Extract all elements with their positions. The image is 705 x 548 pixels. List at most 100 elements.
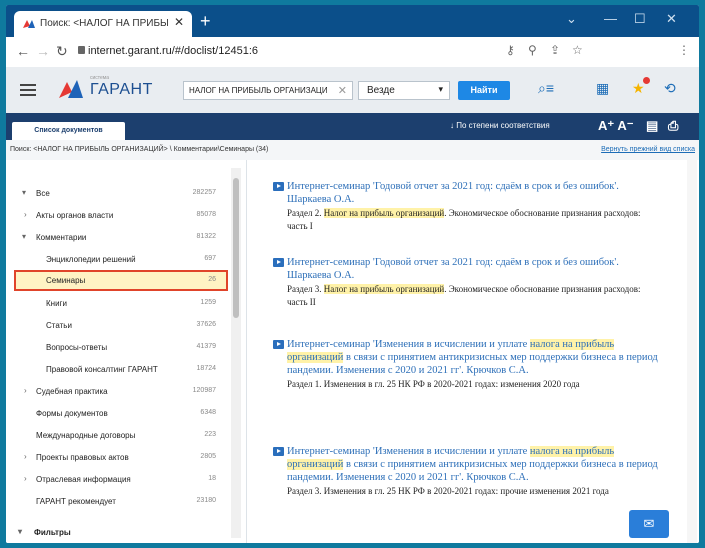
chat-icon: ✉ — [643, 516, 655, 531]
tab-strip: Поиск: <НАЛОГ НА ПРИБЫЛЬ О ✕ + ⌄ — ☐ ✕ — [6, 5, 699, 37]
tree-item-forms[interactable]: Формы документов 6348 — [6, 403, 228, 423]
address-bar: ← → ↻ internet.garant.ru/#/doclist/12451… — [6, 37, 699, 68]
logo-text: ГАРАНТ — [90, 81, 153, 98]
search-scope-select[interactable]: Везде ▾ — [358, 81, 450, 100]
expand-icon: › — [24, 474, 27, 483]
sort-label: По степени соответствия — [456, 121, 550, 130]
tree-item-label: Проекты правовых актов — [36, 453, 129, 462]
document-icon — [273, 182, 284, 191]
share-icon[interactable]: ⇪ — [550, 43, 560, 57]
chevron-down-icon: ▾ — [438, 84, 443, 94]
history-icon[interactable]: ⟲ — [664, 80, 676, 97]
scope-value: Везде — [367, 85, 395, 96]
list-item[interactable]: Интернет-семинар 'Годовой отчет за 2021 … — [273, 180, 662, 233]
tree-item-count: 1259 — [200, 299, 216, 306]
result-description: Раздел 3. Изменения в гл. 25 НК РФ в 202… — [287, 486, 609, 496]
tree-item-count: 26 — [208, 276, 216, 283]
tree-item-label: Комментарии — [36, 233, 87, 242]
tree-item-seminars[interactable]: Семинары 26 — [14, 270, 228, 291]
browser-window: Поиск: <НАЛОГ НА ПРИБЫЛЬ О ✕ + ⌄ — ☐ ✕ ←… — [6, 5, 699, 543]
result-title[interactable]: Интернет-семинар 'Годовой отчет за 2021 … — [287, 180, 662, 206]
menu-icon[interactable] — [20, 84, 36, 96]
tree-item-recommends[interactable]: ГАРАНТ рекомендует 23180 — [6, 491, 228, 511]
print-icon[interactable]: ⎙ — [668, 118, 678, 134]
forward-icon[interactable]: → — [36, 43, 50, 59]
results-list: Интернет-семинар 'Годовой отчет за 2021 … — [247, 160, 699, 543]
filters-toggle[interactable]: ▾ Фильтры — [18, 527, 71, 537]
notification-badge — [643, 77, 650, 84]
tree-item-comments[interactable]: ▾ Комментарии 81322 — [6, 227, 228, 247]
font-size-icon[interactable]: A⁺ A⁻ — [598, 118, 634, 134]
tab-search-icon[interactable]: ⌄ — [566, 11, 577, 27]
tree-scrollbar-thumb[interactable] — [233, 178, 239, 318]
tree-item-count: 85078 — [196, 211, 216, 218]
new-tab-button[interactable]: + — [200, 11, 211, 32]
services-icon[interactable]: ▦ — [596, 80, 609, 97]
list-item[interactable]: Интернет-семинар 'Годовой отчет за 2021 … — [273, 256, 662, 309]
tree-item-encyclopedia[interactable]: Энциклопедии решений 697 — [6, 249, 228, 269]
maximize-icon[interactable]: ☐ — [634, 11, 646, 27]
tree-item-count: 23180 — [196, 497, 216, 504]
tree-item-count: 697 — [204, 255, 216, 262]
save-icon[interactable]: ▤ — [646, 118, 658, 134]
bookmark-star-icon[interactable]: ☆ — [572, 43, 583, 57]
tree-item-count: 37626 — [196, 321, 216, 328]
tree-item-books[interactable]: Книги 1259 — [6, 293, 228, 313]
tree-item-label: Энциклопедии решений — [46, 255, 136, 264]
chat-button[interactable]: ✉ — [629, 510, 669, 538]
restore-view-link[interactable]: Вернуть прежний вид списка — [601, 146, 695, 153]
tree-item-label: Акты органов власти — [36, 211, 114, 220]
search-list-icon[interactable]: ⌕≡ — [538, 80, 554, 97]
tab-title: Поиск: <НАЛОГ НА ПРИБЫЛЬ О — [40, 18, 168, 29]
tree-item-consulting[interactable]: Правовой консалтинг ГАРАНТ 18724 — [6, 359, 228, 379]
minimize-icon[interactable]: — — [604, 11, 617, 26]
tree-item-articles[interactable]: Статьи 37626 — [6, 315, 228, 335]
tree-item-label: ГАРАНТ рекомендует — [36, 497, 116, 506]
browser-menu-icon[interactable]: ⋮ — [678, 43, 690, 57]
tree-item-industry[interactable]: › Отраслевая информация 18 — [6, 469, 228, 489]
tree-item-treaties[interactable]: Международные договоры 223 — [6, 425, 228, 445]
filters-label: Фильтры — [34, 528, 71, 537]
results-scrollbar[interactable] — [687, 160, 697, 543]
tree-scrollbar[interactable] — [231, 168, 241, 538]
document-toolbar: Список документов ↓ По степени соответст… — [6, 113, 699, 140]
lock-icon — [78, 46, 85, 54]
garant-header: система ГАРАНТ НАЛОГ НА ПРИБЫЛЬ ОРГАНИЗА… — [6, 67, 699, 114]
breadcrumb-path: Поиск: <НАЛОГ НА ПРИБЫЛЬ ОРГАНИЗАЦИЙ> \ … — [10, 146, 269, 153]
tree-item-court-practice[interactable]: › Судебная практика 120987 — [6, 381, 228, 401]
reload-icon[interactable]: ↻ — [56, 43, 68, 60]
key-icon[interactable]: ⚷ — [506, 43, 515, 57]
back-icon[interactable]: ← — [16, 43, 30, 59]
document-icon — [273, 258, 284, 267]
browser-tab[interactable]: Поиск: <НАЛОГ НА ПРИБЫЛЬ О ✕ — [14, 11, 192, 37]
tree-item-drafts[interactable]: › Проекты правовых актов 2805 — [6, 447, 228, 467]
expand-icon: › — [24, 210, 27, 219]
close-tab-icon[interactable]: ✕ — [174, 15, 184, 29]
tree-item-count: 18724 — [196, 365, 216, 372]
list-item[interactable]: Интернет-семинар 'Изменения в исчислении… — [273, 338, 662, 391]
find-button[interactable]: Найти — [458, 81, 510, 100]
document-icon — [273, 340, 284, 349]
close-window-icon[interactable]: ✕ — [666, 11, 677, 27]
url-field[interactable]: internet.garant.ru/#/doclist/12451:6 — [88, 45, 258, 57]
tab-document-list[interactable]: Список документов — [12, 122, 125, 140]
search-query: НАЛОГ НА ПРИБЫЛЬ ОРГАНИЗАЦИ — [189, 86, 328, 95]
expand-icon: › — [24, 386, 27, 395]
clear-search-icon[interactable]: ✕ — [338, 84, 347, 97]
tree-item-acts[interactable]: › Акты органов власти 85078 — [6, 205, 228, 225]
tree-item-label: Правовой консалтинг ГАРАНТ — [46, 365, 158, 374]
result-title[interactable]: Интернет-семинар 'Изменения в исчислении… — [287, 445, 662, 484]
search-input[interactable]: НАЛОГ НА ПРИБЫЛЬ ОРГАНИЗАЦИ ✕ — [183, 81, 353, 100]
zoom-icon[interactable]: ⚲ — [528, 43, 537, 57]
document-icon — [273, 447, 284, 456]
expand-icon: ▾ — [22, 188, 27, 197]
tree-item-label: Отраслевая информация — [36, 475, 131, 484]
tree-item-all[interactable]: ▾ Все 282257 — [6, 183, 228, 203]
result-title[interactable]: Интернет-семинар 'Годовой отчет за 2021 … — [287, 256, 662, 282]
tree-item-qa[interactable]: Вопросы-ответы 41379 — [6, 337, 228, 357]
sort-selector[interactable]: ↓ По степени соответствия — [450, 121, 550, 130]
result-title[interactable]: Интернет-семинар 'Изменения в исчислении… — [287, 338, 662, 377]
garant-logo-icon — [59, 80, 83, 98]
tree-item-label: Семинары — [46, 276, 86, 285]
list-item[interactable]: Интернет-семинар 'Изменения в исчислении… — [273, 445, 662, 498]
